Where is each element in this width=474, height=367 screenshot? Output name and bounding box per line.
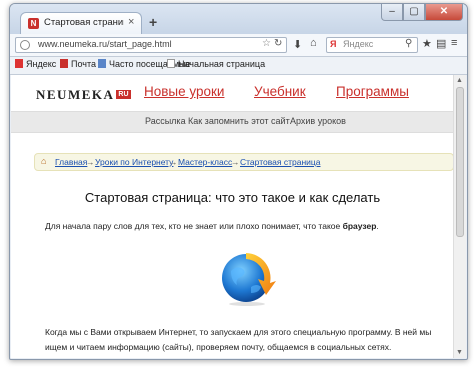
sub-link-remember-site[interactable]: Как запомнить этот сайт xyxy=(188,116,290,126)
maximize-button[interactable]: ▢ xyxy=(403,4,425,21)
title-bar: N Стартовая страница: что × + – ▢ ✕ xyxy=(10,4,467,34)
nav-link-textbook[interactable]: Учебник xyxy=(254,84,306,99)
body-paragraph: Когда мы с Вами открываем Интернет, то з… xyxy=(45,327,432,352)
home-breadcrumb-icon: ⌂ xyxy=(41,156,47,166)
breadcrumb-item[interactable]: Мастер-класс xyxy=(178,157,232,167)
site-favicon-icon: N xyxy=(28,18,39,29)
close-window-button[interactable]: ✕ xyxy=(425,4,463,21)
search-bar[interactable]: Я Яндекс ⚲ xyxy=(326,37,418,53)
breadcrumb-item[interactable]: Уроки по Интернету xyxy=(95,157,173,167)
breadcrumb-item[interactable]: Главная xyxy=(55,157,87,167)
yandex-logo-icon: Я xyxy=(330,39,337,49)
yandex-bookmark-icon xyxy=(15,59,23,68)
browser-globe-icon xyxy=(222,253,276,306)
bookmark-start-page[interactable]: Начальная страница xyxy=(167,59,265,69)
search-icon[interactable]: ⚲ xyxy=(405,38,412,49)
bookmark-yandex[interactable]: Яндекс xyxy=(15,59,56,69)
window-controls: – ▢ ✕ xyxy=(381,4,463,22)
url-text[interactable]: www.neumeka.ru/start_page.html xyxy=(38,39,172,49)
address-bar[interactable]: www.neumeka.ru/start_page.html ☆ ↻ xyxy=(15,37,287,53)
sub-navigation: Рассылка Как запомнить этот сайт Архив у… xyxy=(11,111,454,133)
mail-bookmark-icon xyxy=(60,59,68,68)
bookmark-mail[interactable]: Почта xyxy=(60,59,96,69)
browser-tab[interactable]: N Стартовая страница: что × xyxy=(20,12,142,34)
tab-title: Стартовая страница: что xyxy=(44,17,124,28)
bookmarks-star-icon[interactable]: ★ xyxy=(422,37,432,50)
library-icon[interactable]: ▤ xyxy=(436,37,446,50)
sub-link-newsletter[interactable]: Рассылка xyxy=(145,116,186,126)
breadcrumb: ⌂ Главная → Уроки по Интернету → Мастер-… xyxy=(34,153,454,171)
nav-link-new-lessons[interactable]: Новые уроки xyxy=(144,84,224,99)
page-content: NEUMEKA RU Новые уроки Учебник Программы … xyxy=(11,75,454,358)
logo-ru-badge: RU xyxy=(116,90,131,99)
minimize-button[interactable]: – xyxy=(381,4,403,21)
breadcrumb-separator: → xyxy=(86,157,95,167)
browser-window: N Стартовая страница: что × + – ▢ ✕ www.… xyxy=(9,3,468,360)
tab-close-icon[interactable]: × xyxy=(128,16,134,28)
bookmark-label: Яндекс xyxy=(26,59,57,69)
page-title: Стартовая страница: что это такое и как … xyxy=(84,190,381,205)
navigation-toolbar: www.neumeka.ru/start_page.html ☆ ↻ ⬇ ⌂ Я… xyxy=(10,34,467,57)
logo-text: NEUMEKA xyxy=(36,87,115,102)
scroll-thumb[interactable] xyxy=(456,87,464,237)
download-icon[interactable]: ⬇ xyxy=(293,38,302,51)
intro-text: Для начала пару слов для тех, кто не зна… xyxy=(45,221,343,231)
nav-link-programs[interactable]: Программы xyxy=(336,84,409,99)
vertical-scrollbar[interactable]: ▲ ▼ xyxy=(453,75,466,358)
search-placeholder[interactable]: Яндекс xyxy=(343,39,373,49)
intro-bold-term: браузер xyxy=(342,221,377,231)
home-icon[interactable]: ⌂ xyxy=(310,37,317,49)
intro-end: . xyxy=(376,221,379,231)
menu-icon[interactable]: ≡ xyxy=(451,37,457,49)
site-logo[interactable]: NEUMEKA RU xyxy=(36,87,131,103)
sub-link-archive[interactable]: Архив уроков xyxy=(290,116,346,126)
scroll-up-icon[interactable]: ▲ xyxy=(456,77,463,84)
globe-icon xyxy=(20,40,30,50)
breadcrumb-separator: → xyxy=(231,157,240,167)
breadcrumb-item: Стартовая страница xyxy=(240,157,321,167)
reload-icon[interactable]: ↻ xyxy=(274,38,282,49)
site-header: NEUMEKA RU Новые уроки Учебник Программы xyxy=(11,75,454,111)
scroll-down-icon[interactable]: ▼ xyxy=(456,349,463,356)
bookmark-label: Начальная страница xyxy=(178,59,266,69)
breadcrumb-separator: → xyxy=(169,157,178,167)
new-tab-button[interactable]: + xyxy=(149,14,157,30)
folder-bookmark-icon xyxy=(98,59,106,68)
intro-paragraph: Для начала пару слов для тех, кто не зна… xyxy=(45,221,450,231)
page-bookmark-icon xyxy=(167,59,175,68)
bookmark-star-icon[interactable]: ☆ xyxy=(262,38,271,49)
bookmark-label: Почта xyxy=(71,59,96,69)
bookmarks-toolbar: Яндекс Почта Часто посещаемые Начальная … xyxy=(10,57,467,75)
